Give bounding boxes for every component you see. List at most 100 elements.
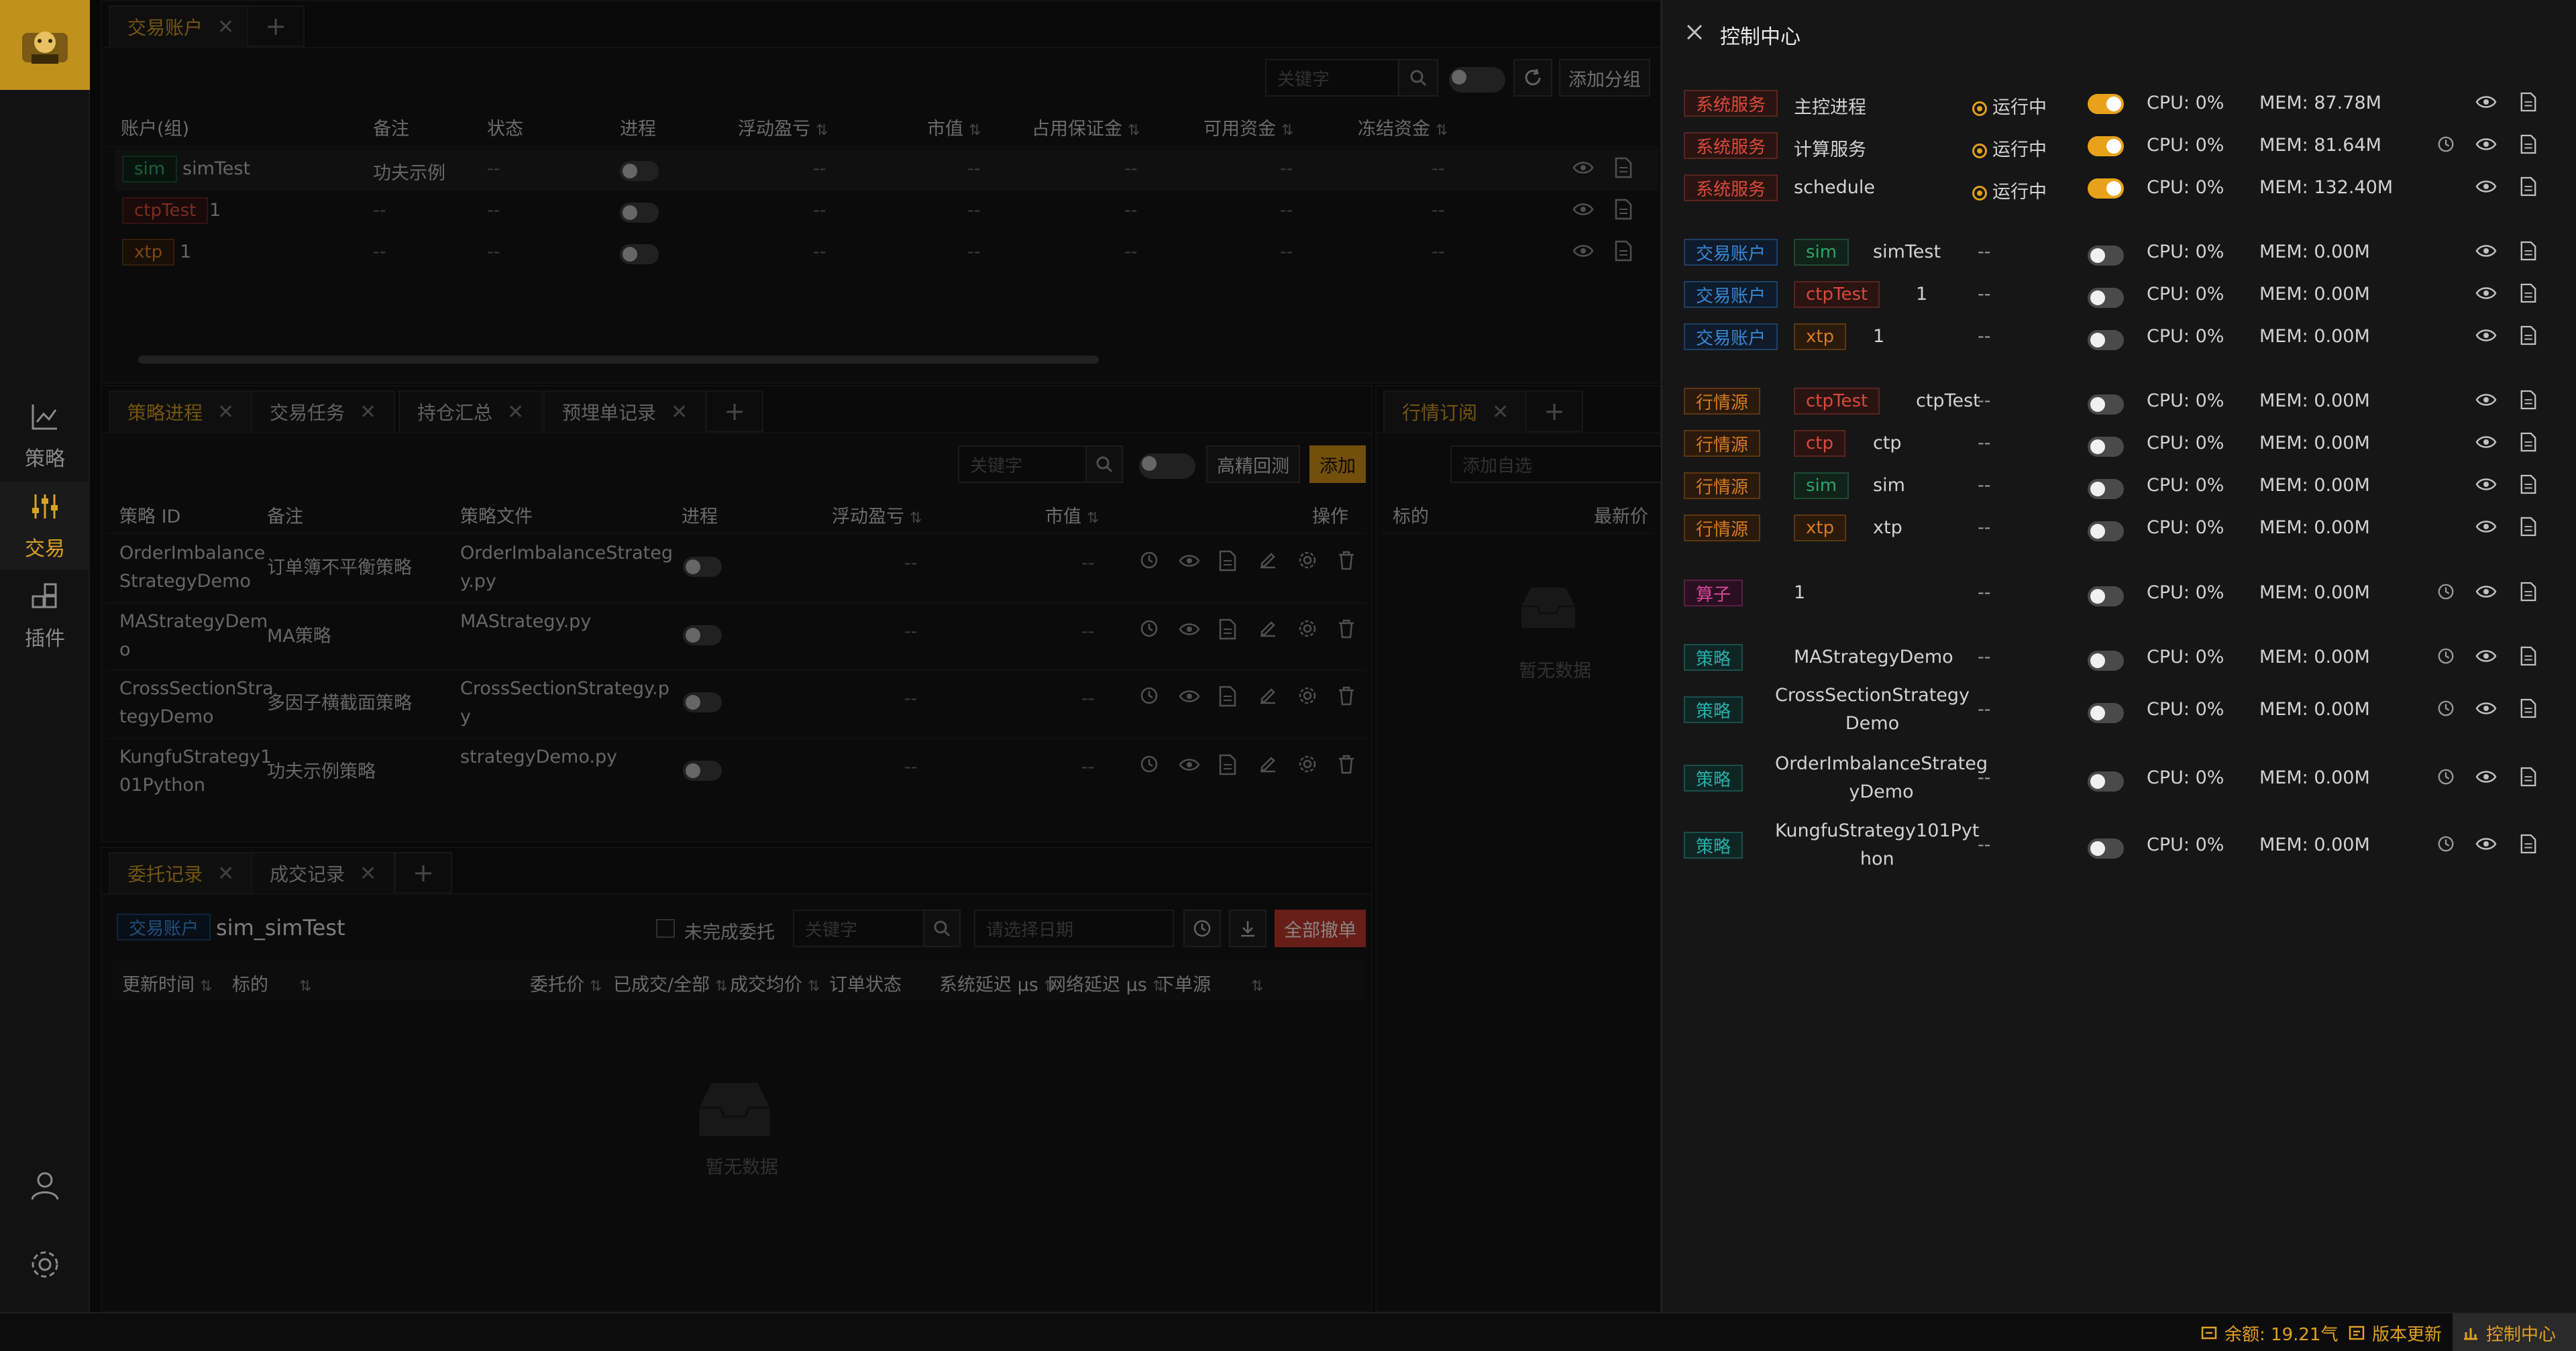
log-file-icon[interactable] — [2520, 431, 2537, 453]
eye-icon[interactable] — [2475, 833, 2497, 855]
log-file-icon[interactable] — [2520, 133, 2537, 155]
mem-usage: MEM: 132.40M — [2259, 177, 2394, 198]
process-type-tag: 策略 — [1684, 765, 1743, 792]
process-type-tag: 系统服务 — [1684, 174, 1778, 201]
eye-icon[interactable] — [2475, 389, 2497, 411]
process-name: 1 — [1873, 326, 1885, 347]
log-file-icon[interactable] — [2520, 474, 2537, 495]
history-icon[interactable] — [2436, 699, 2455, 718]
log-file-icon[interactable] — [2520, 240, 2537, 262]
user-icon[interactable] — [27, 1167, 63, 1203]
process-toggle[interactable] — [2088, 288, 2124, 308]
process-toggle[interactable] — [2088, 136, 2124, 156]
log-file-icon[interactable] — [2520, 325, 2537, 346]
mem-usage: MEM: 0.00M — [2259, 582, 2370, 603]
log-file-icon[interactable] — [2520, 581, 2537, 602]
process-name-line: OrderImbalanceStrateg — [1775, 753, 1988, 774]
process-status: -- — [1978, 433, 1991, 453]
control-center-item[interactable]: 控制中心 — [2453, 1313, 2576, 1351]
nav-item-label: 策略 — [25, 447, 65, 471]
eye-icon[interactable] — [2475, 431, 2497, 453]
close-icon[interactable] — [1682, 20, 1707, 44]
process-status: -- — [1978, 767, 1991, 788]
mem-usage: MEM: 81.64M — [2259, 135, 2381, 156]
eye-icon[interactable] — [2475, 240, 2497, 262]
cpu-usage: CPU: 0% — [2147, 647, 2224, 667]
eye-icon[interactable] — [2475, 645, 2497, 667]
balance-item[interactable]: 余额: 19.21气 — [2200, 1313, 2338, 1351]
process-name: KungfuStrategy101Pyt hon — [1775, 817, 1979, 873]
process-status: -- — [1978, 284, 1991, 305]
eye-icon[interactable] — [2475, 91, 2497, 113]
history-icon[interactable] — [2436, 582, 2455, 601]
nav-item-trade[interactable]: 交易 — [0, 482, 90, 570]
process-source-tag: ctpTest — [1794, 388, 1880, 415]
status-bar: 余额: 19.21气 版本更新 控制中心 — [0, 1312, 2576, 1351]
eye-icon[interactable] — [2475, 176, 2497, 197]
eye-icon[interactable] — [2475, 133, 2497, 155]
control-center-icon — [2462, 1324, 2479, 1342]
process-name: schedule — [1794, 177, 1875, 198]
process-toggle[interactable] — [2088, 521, 2124, 541]
control-center-drawer: 控制中心 系统服务 主控进程 运行中 CPU: 0% MEM: 87.78M 系统服务 计算… — [1661, 0, 2576, 1312]
mem-usage: MEM: 0.00M — [2259, 326, 2370, 347]
eye-icon[interactable] — [2475, 698, 2497, 719]
process-name-line: yDemo — [1849, 781, 1914, 802]
process-status: -- — [1978, 834, 1991, 855]
process-status: 运行中 — [1972, 93, 2047, 119]
eye-icon[interactable] — [2475, 581, 2497, 602]
eye-icon[interactable] — [2475, 516, 2497, 537]
eye-icon[interactable] — [2475, 282, 2497, 304]
process-toggle[interactable] — [2088, 437, 2124, 457]
log-file-icon[interactable] — [2520, 389, 2537, 411]
history-icon[interactable] — [2436, 135, 2455, 154]
log-file-icon[interactable] — [2520, 176, 2537, 197]
mem-usage: MEM: 0.00M — [2259, 433, 2370, 453]
log-file-icon[interactable] — [2520, 516, 2537, 537]
mem-usage: MEM: 87.78M — [2259, 93, 2381, 113]
eye-icon[interactable] — [2475, 766, 2497, 788]
process-name: xtp — [1873, 517, 1902, 538]
cpu-usage: CPU: 0% — [2147, 177, 2224, 198]
modal-backdrop[interactable] — [90, 0, 1661, 1312]
eye-icon[interactable] — [2475, 325, 2497, 346]
settings-gear-icon[interactable] — [27, 1246, 63, 1283]
history-icon[interactable] — [2436, 834, 2455, 853]
version-update-item[interactable]: 版本更新 — [2348, 1313, 2442, 1351]
process-toggle[interactable] — [2088, 479, 2124, 499]
process-toggle[interactable] — [2088, 330, 2124, 350]
process-toggle[interactable] — [2088, 703, 2124, 723]
process-toggle[interactable] — [2088, 94, 2124, 114]
process-toggle[interactable] — [2088, 771, 2124, 792]
process-toggle[interactable] — [2088, 839, 2124, 859]
nav-item-plugin[interactable]: 插件 — [0, 572, 90, 660]
eye-icon[interactable] — [2475, 474, 2497, 495]
history-icon[interactable] — [2436, 767, 2455, 786]
process-type-tag: 行情源 — [1684, 515, 1761, 541]
process-toggle[interactable] — [2088, 651, 2124, 671]
cpu-usage: CPU: 0% — [2147, 767, 2224, 788]
process-status: 运行中 — [1972, 135, 2047, 161]
log-file-icon[interactable] — [2520, 833, 2537, 855]
process-toggle[interactable] — [2088, 394, 2124, 415]
log-file-icon[interactable] — [2520, 698, 2537, 719]
log-file-icon[interactable] — [2520, 766, 2537, 788]
process-name: OrderImbalanceStrateg yDemo — [1775, 750, 1988, 806]
log-file-icon[interactable] — [2520, 645, 2537, 667]
process-status: -- — [1978, 582, 1991, 603]
cpu-usage: CPU: 0% — [2147, 284, 2224, 305]
log-file-icon[interactable] — [2520, 91, 2537, 113]
process-status-text: 运行中 — [1992, 97, 2047, 118]
history-icon[interactable] — [2436, 647, 2455, 665]
log-file-icon[interactable] — [2520, 282, 2537, 304]
process-type-tag: 交易账户 — [1684, 281, 1778, 308]
process-type-tag: 策略 — [1684, 832, 1743, 859]
nav-item-label: 交易 — [25, 537, 65, 561]
running-icon — [1972, 143, 1987, 158]
process-toggle[interactable] — [2088, 178, 2124, 199]
process-status: -- — [1978, 390, 1991, 411]
process-toggle[interactable] — [2088, 586, 2124, 606]
nav-item-label: 插件 — [25, 627, 65, 651]
process-toggle[interactable] — [2088, 246, 2124, 266]
nav-item-strategy[interactable]: 策略 — [0, 392, 90, 480]
